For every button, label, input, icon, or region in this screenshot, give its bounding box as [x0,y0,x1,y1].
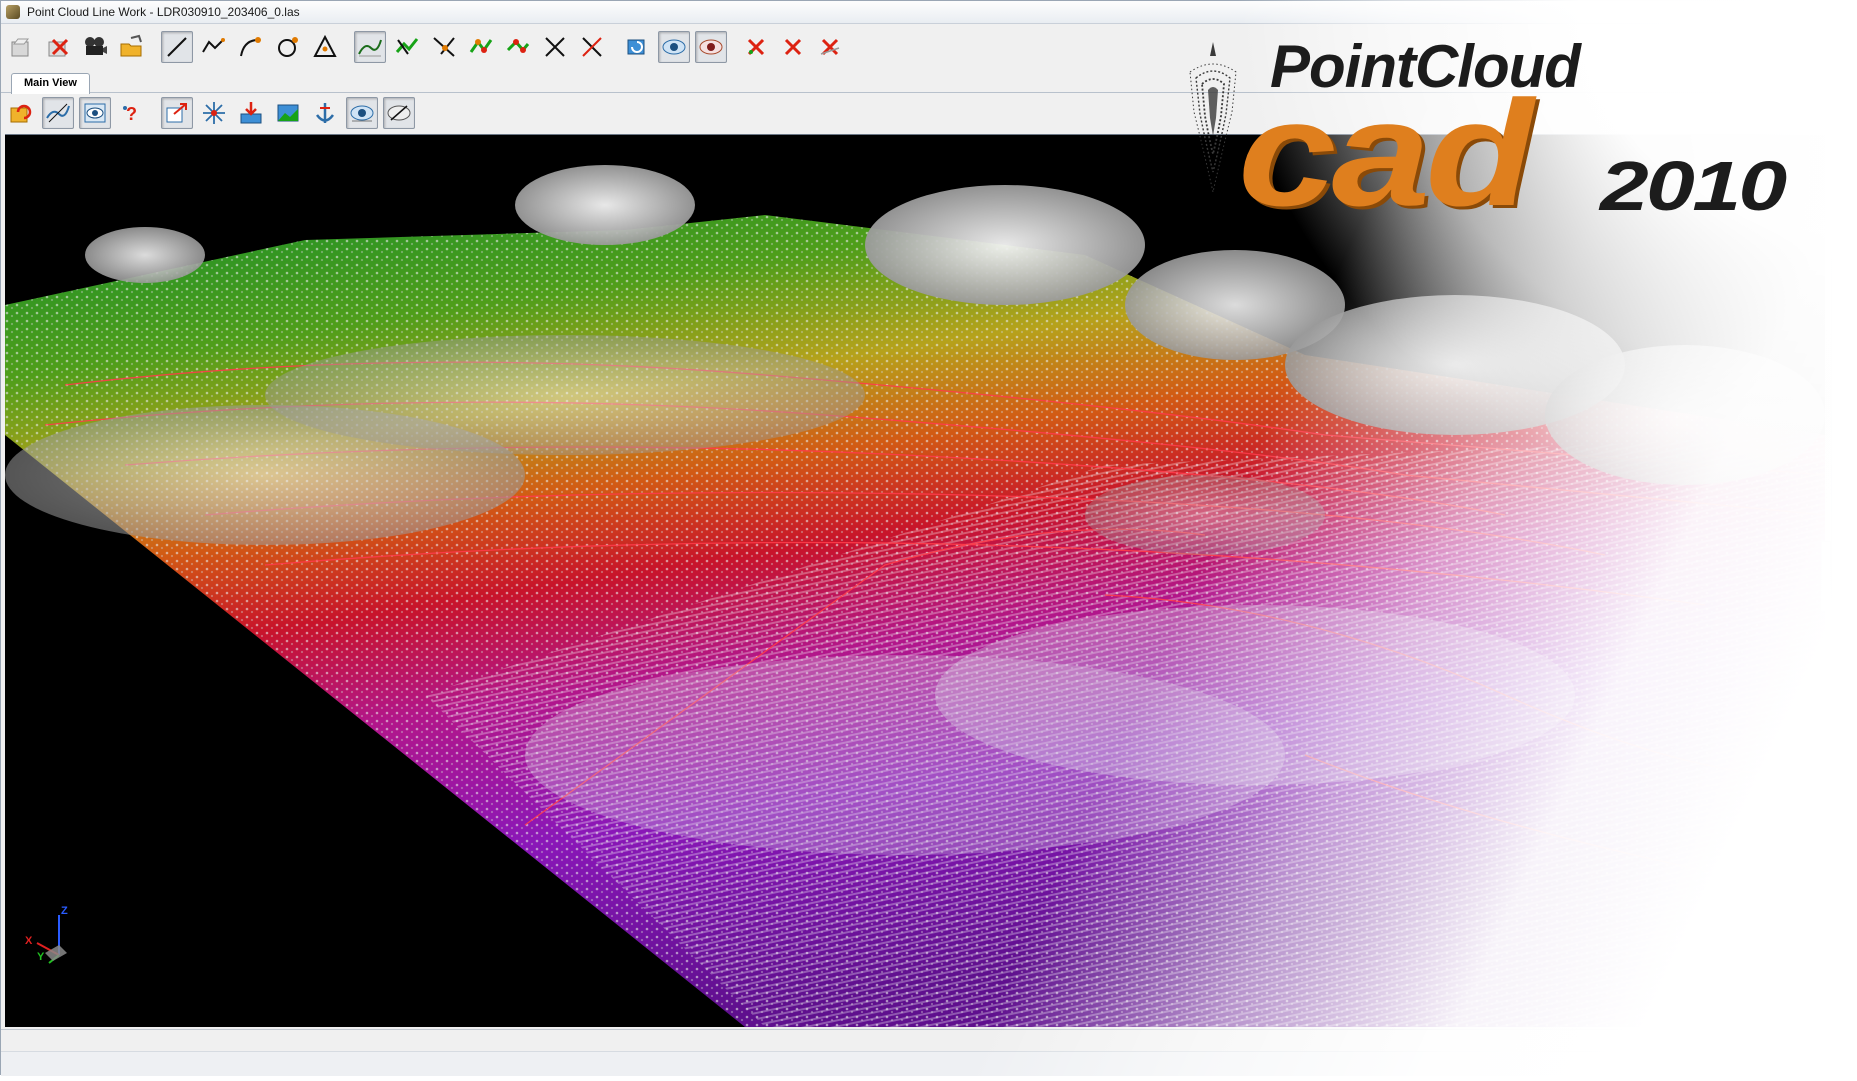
reload-icon[interactable] [5,97,37,129]
circle-icon[interactable] [272,31,304,63]
new-cloud-icon[interactable] [5,31,37,63]
delete-selection-icon[interactable] [740,31,772,63]
delete-cloud-icon[interactable] [42,31,74,63]
help-icon[interactable]: ? [116,97,148,129]
eye-view-alt-icon[interactable] [695,31,727,63]
point-cloud-viewport[interactable]: Z X Y [5,134,1825,1027]
z-axis-label: Z [61,905,68,917]
image-view-icon[interactable] [272,97,304,129]
status-elevation: 249.6 [1774,1033,1818,1049]
draw-line-icon[interactable] [161,31,193,63]
footer-strip [1,1051,1831,1076]
panel-collapse-handle[interactable] [1821,541,1831,611]
delete-all-icon[interactable] [777,31,809,63]
x-axis-label: X [25,935,33,947]
cross-icon[interactable] [539,31,571,63]
fit-line-icon[interactable] [428,31,460,63]
surface-line-icon[interactable] [354,31,386,63]
window-title: Point Cloud Line Work - LDR030910_203406… [27,5,300,19]
point-cloud-logo-mark [1189,42,1237,192]
logo-cad-text: cad [1238,69,1534,237]
axis-triad: Z X Y [23,905,83,965]
status-bar: 409,010 249.6 [1,1029,1831,1052]
status-coordinate: 409,010 [1719,1033,1774,1049]
y-axis-label: Y [37,951,45,963]
title-bar: Point Cloud Line Work - LDR030910_203406… [1,1,1831,24]
arc-icon[interactable] [235,31,267,63]
polyline-icon[interactable] [198,31,230,63]
profile-icon[interactable] [42,97,74,129]
green-node-icon[interactable] [465,31,497,63]
refresh-view-icon[interactable] [621,31,653,63]
green-fit-icon[interactable] [391,31,423,63]
open-folder-icon[interactable] [116,31,148,63]
app-icon [6,5,20,19]
render-icon[interactable] [79,97,111,129]
point-cloud-scene [5,165,1825,1027]
main-toolbar [5,29,851,65]
explode-icon[interactable] [198,97,230,129]
export-icon[interactable] [161,97,193,129]
tab-main-view[interactable]: Main View [11,73,90,94]
eye-view-icon[interactable] [658,31,690,63]
red-node-icon[interactable] [502,31,534,63]
anchor-icon[interactable] [309,97,341,129]
delete-line-icon[interactable] [814,31,846,63]
camera-icon[interactable] [79,31,111,63]
triangle-point-icon[interactable] [309,31,341,63]
logo-year-text: 2010 [1600,147,1787,225]
svg-text:?: ? [126,104,137,124]
view-toolbar: ? [5,94,420,132]
eye-3d-icon[interactable] [346,97,378,129]
import-icon[interactable] [235,97,267,129]
product-logo: PointCloud cad 2010 [1180,28,1830,228]
eye-plan-icon[interactable] [383,97,415,129]
red-cross-icon[interactable] [576,31,608,63]
